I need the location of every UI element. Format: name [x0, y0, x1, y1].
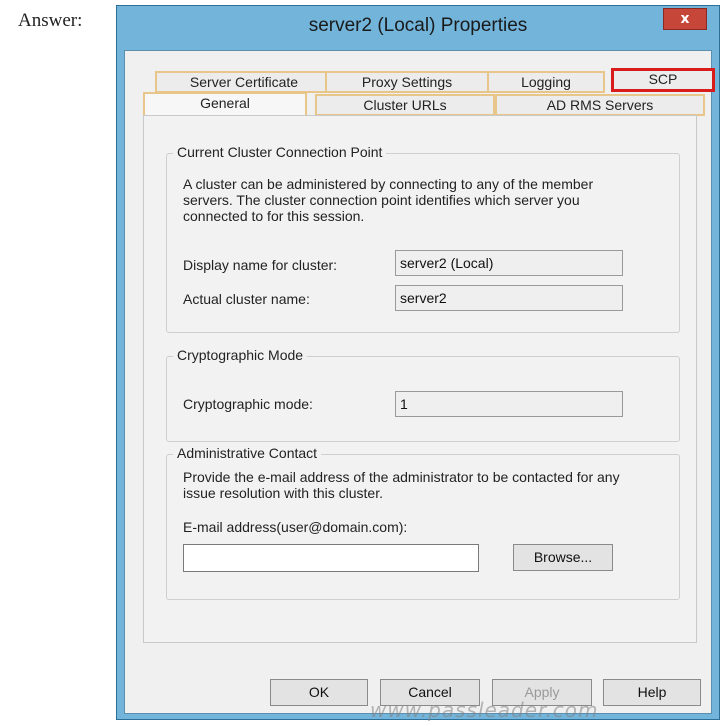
- actual-cluster-name-label: Actual cluster name:: [183, 291, 310, 307]
- tab-logging[interactable]: Logging: [487, 71, 605, 93]
- group-administrative-contact: Administrative Contact Provide the e-mai…: [166, 445, 680, 600]
- desc-line: Provide the e-mail address of the admini…: [183, 469, 620, 485]
- cryptographic-mode-label: Cryptographic mode:: [183, 396, 313, 412]
- ok-button[interactable]: OK: [270, 679, 368, 706]
- group-title: Current Cluster Connection Point: [173, 144, 387, 160]
- close-icon[interactable]: x: [663, 8, 707, 30]
- dialog-client: Server Certificate Proxy Settings Loggin…: [124, 50, 715, 714]
- tab-general[interactable]: General: [143, 92, 307, 117]
- desc-line: A cluster can be administered by connect…: [183, 176, 594, 192]
- tab-server-certificate[interactable]: Server Certificate: [155, 71, 333, 93]
- display-name-label: Display name for cluster:: [183, 257, 338, 273]
- group-title: Administrative Contact: [173, 445, 322, 461]
- group-current-cluster-connection-point: Current Cluster Connection Point A clust…: [166, 144, 680, 333]
- tab-ad-rms-servers[interactable]: AD RMS Servers: [495, 94, 705, 116]
- desc-line: connected to for this session.: [183, 208, 365, 224]
- admin-description: Provide the e-mail address of the admini…: [183, 469, 673, 501]
- actual-cluster-name-field: server2: [395, 285, 623, 311]
- email-label: E-mail address(user@domain.com):: [183, 519, 408, 535]
- cryptographic-mode-field: 1: [395, 391, 623, 417]
- desc-line: issue resolution with this cluster.: [183, 485, 383, 501]
- ccp-description: A cluster can be administered by connect…: [183, 176, 673, 224]
- watermark: www.passleader.com: [370, 698, 599, 722]
- properties-dialog: server2 (Local) Properties x Server Cert…: [116, 5, 720, 720]
- email-field[interactable]: [183, 544, 479, 572]
- tab-scp[interactable]: SCP: [611, 68, 715, 92]
- display-name-field: server2 (Local): [395, 250, 623, 276]
- general-panel: Current Cluster Connection Point A clust…: [143, 115, 697, 643]
- group-cryptographic-mode: Cryptographic Mode Cryptographic mode: 1: [166, 347, 680, 442]
- window-title: server2 (Local) Properties: [308, 15, 528, 36]
- browse-button[interactable]: Browse...: [513, 544, 613, 571]
- help-button[interactable]: Help: [603, 679, 701, 706]
- desc-line: servers. The cluster connection point id…: [183, 192, 580, 208]
- title-bar: server2 (Local) Properties x: [117, 6, 719, 50]
- answer-label: Answer:: [18, 10, 83, 31]
- group-title: Cryptographic Mode: [173, 347, 308, 363]
- tab-proxy-settings[interactable]: Proxy Settings: [325, 71, 489, 93]
- tab-cluster-urls[interactable]: Cluster URLs: [315, 94, 495, 116]
